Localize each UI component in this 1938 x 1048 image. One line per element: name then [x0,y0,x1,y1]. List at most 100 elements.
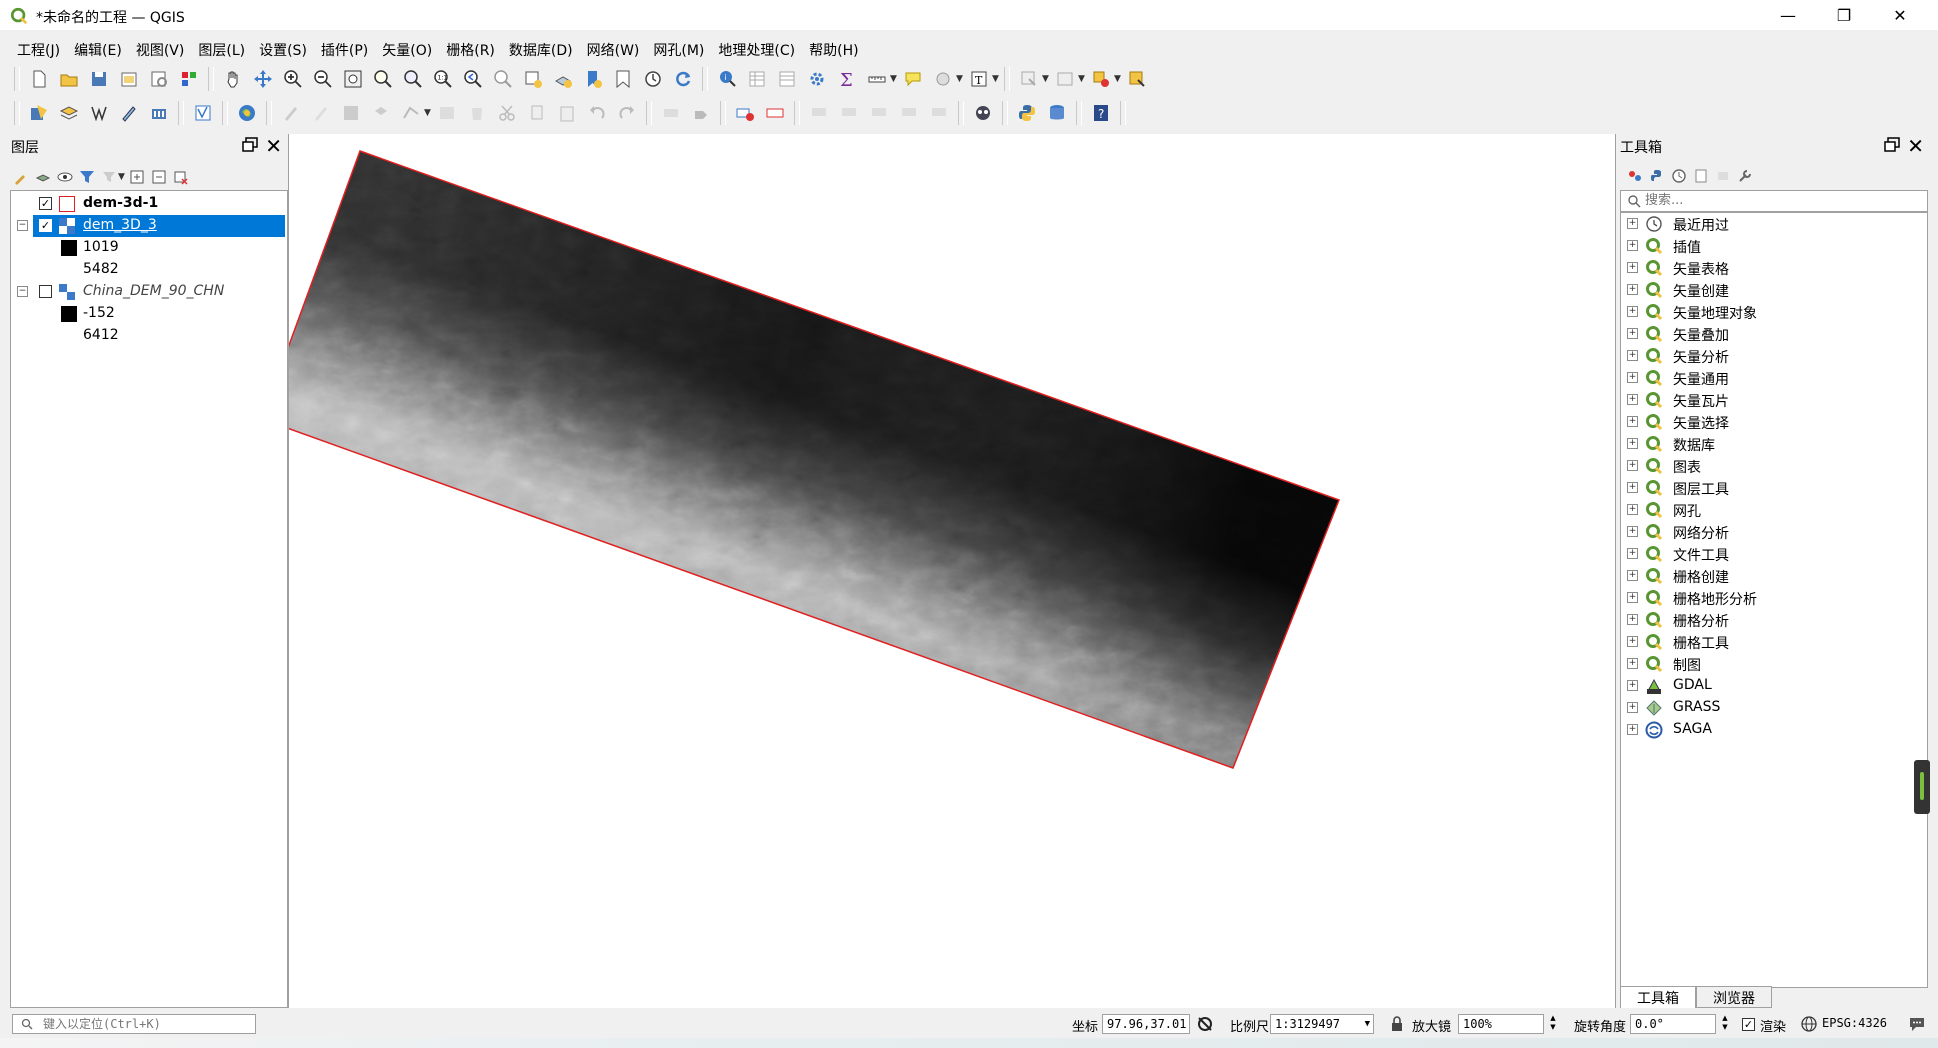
expand-node-icon[interactable]: + [1627,438,1638,449]
expand-node-icon[interactable]: + [1627,416,1638,427]
toolbox-item-recent[interactable]: + 最近用过 [1621,213,1927,235]
scale-combobox[interactable]: 1:3129497 ▼ [1270,1014,1374,1034]
toolbox-item-vector-geometry[interactable]: + 矢量地理对象 [1621,301,1927,323]
measure-line-icon[interactable] [864,66,890,92]
move-label-icon[interactable] [806,100,832,126]
cut-features-icon[interactable] [494,100,520,126]
toolbox-item-vector-overlay[interactable]: + 矢量叠加 [1621,323,1927,345]
minimize-button[interactable]: — [1760,0,1816,30]
expand-node-icon[interactable]: + [1627,636,1638,647]
manage-map-themes-icon[interactable] [54,166,76,188]
results-viewer-icon[interactable] [1690,165,1712,187]
tab-browser[interactable]: 浏览器 [1696,986,1772,1008]
temporal-controller-icon[interactable] [640,66,666,92]
toolbox-item-vector-table[interactable]: + 矢量表格 [1621,257,1927,279]
expand-node-icon[interactable]: + [1627,724,1638,735]
menu-settings[interactable]: 设置(S) [252,38,314,60]
menu-database[interactable]: 数据库(D) [502,38,580,60]
toolbox-item-vector-general[interactable]: + 矢量通用 [1621,367,1927,389]
lock-scale-icon[interactable] [1388,1015,1406,1033]
undo-icon[interactable] [584,100,610,126]
close-panel-icon[interactable]: ✕ [1907,134,1924,158]
chevron-down-icon[interactable]: ▼ [118,172,126,182]
field-calculator-icon[interactable] [774,66,800,92]
layer-row-dem-3d-1[interactable]: ✓ dem-3d-1 [11,193,287,215]
open-layer-styling-icon[interactable] [10,166,32,188]
expand-node-icon[interactable]: + [1627,460,1638,471]
add-feature-icon[interactable] [368,100,394,126]
change-label-icon[interactable] [866,100,892,126]
menu-layer[interactable]: 图层(L) [191,38,252,60]
zoom-selection-icon[interactable] [370,66,396,92]
collapse-all-icon[interactable] [148,166,170,188]
delete-selected-icon[interactable] [464,100,490,126]
pan-hand-icon[interactable] [220,66,246,92]
close-window-button[interactable]: ✕ [1872,0,1928,30]
rotate-label-icon[interactable] [836,100,862,126]
modify-attributes-icon[interactable] [434,100,460,126]
menu-project[interactable]: 工程(J) [10,38,67,60]
deselect-all-icon[interactable] [1088,66,1114,92]
statistical-summary-icon[interactable]: Σ [834,66,860,92]
new-map-view-icon[interactable] [520,66,546,92]
add-vector-layer-icon[interactable] [86,100,112,126]
help-icon[interactable]: ? [1088,100,1114,126]
toolbox-item-vector-tiles[interactable]: + 矢量瓦片 [1621,389,1927,411]
expand-node-icon[interactable]: + [1627,262,1638,273]
expand-node-icon[interactable]: + [1627,328,1638,339]
new-project-icon[interactable] [26,66,52,92]
highlight-labels-icon[interactable] [762,100,788,126]
layer-row-dem-3d-3[interactable]: − ✓ dem_3D_3 [11,215,287,237]
render-checkbox[interactable]: ✓ [1742,1018,1755,1031]
select-location-icon[interactable] [1124,66,1150,92]
select-by-value-icon[interactable] [1052,66,1078,92]
redo-icon[interactable] [614,100,640,126]
chevron-down-icon[interactable]: ▼ [992,74,1000,84]
rotation-field[interactable]: 0.0° [1630,1014,1716,1034]
chevron-down-icon[interactable]: ▼ [890,74,898,84]
toolbox-item-vector-analysis[interactable]: + 矢量分析 [1621,345,1927,367]
refresh-icon[interactable] [670,66,696,92]
add-group-icon[interactable] [32,166,54,188]
expand-node-icon[interactable]: + [1627,680,1638,691]
add-layer-icon[interactable] [56,100,82,126]
menu-vector[interactable]: 矢量(O) [375,38,439,60]
show-bookmarks-icon[interactable] [610,66,636,92]
expand-node-icon[interactable]: + [1627,218,1638,229]
expand-node-icon[interactable]: + [1627,240,1638,251]
annotation-icon[interactable] [930,66,956,92]
chevron-down-icon[interactable]: ▼ [1114,74,1122,84]
menu-view[interactable]: 视图(V) [129,38,192,60]
chevron-down-icon[interactable]: ▼ [1365,1015,1370,1033]
crs-globe-icon[interactable] [1800,1015,1818,1033]
zoom-layer-icon[interactable] [400,66,426,92]
data-source-manager-icon[interactable] [26,100,52,126]
add-wms-layer-icon[interactable] [146,100,172,126]
chevron-down-icon[interactable]: ▼ [1042,74,1050,84]
expand-node-icon[interactable]: + [1627,702,1638,713]
crs-label[interactable]: EPSG:4326 [1822,1016,1887,1030]
chevron-down-icon[interactable]: ▼ [424,108,432,118]
toolbox-item-interpolation[interactable]: + 插值 [1621,235,1927,257]
pin-labels-icon[interactable] [732,100,758,126]
chevron-down-icon[interactable]: ▼ [1078,74,1086,84]
toolbox-item-raster-creation[interactable]: + 栅格创建 [1621,565,1927,587]
expand-node-icon[interactable]: + [1627,482,1638,493]
magnifier-field[interactable]: 100% [1458,1014,1544,1034]
side-scroll-handle[interactable] [1914,760,1930,814]
expand-node-icon[interactable]: + [1627,372,1638,383]
new-print-layout-icon[interactable] [116,66,142,92]
db-manager-icon[interactable] [1044,100,1070,126]
chevron-down-icon[interactable]: ▼ [956,74,964,84]
expand-node-icon[interactable]: + [1627,592,1638,603]
toolbox-item-plots[interactable]: + 图表 [1621,455,1927,477]
add-delimited-text-icon[interactable] [116,100,142,126]
menu-web[interactable]: 网络(W) [580,38,647,60]
menu-processing[interactable]: 地理处理(C) [711,38,802,60]
models-icon[interactable] [1624,165,1646,187]
current-edits-icon[interactable] [278,100,304,126]
python-console-icon[interactable] [1014,100,1040,126]
options-wrench-icon[interactable] [1734,165,1756,187]
expand-node-icon[interactable]: + [1627,614,1638,625]
layer-labeling-icon[interactable] [688,100,714,126]
